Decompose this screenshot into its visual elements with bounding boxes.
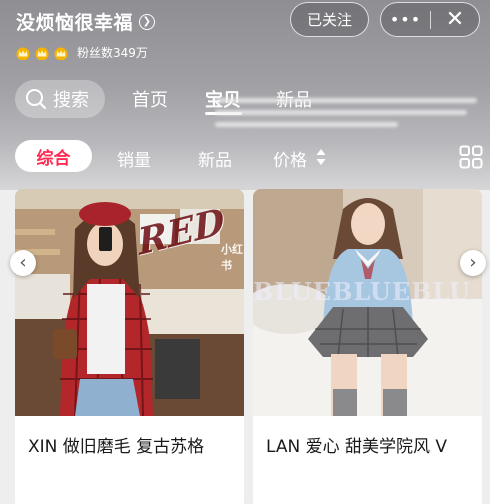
image-watermark-app: 小红书 (221, 243, 243, 272)
store-meta: 粉丝数349万 (15, 44, 148, 61)
sort-tab-price[interactable]: 价格 (273, 146, 307, 171)
sort-arrows-icon[interactable] (316, 148, 326, 166)
product-title: XIN 做旧磨毛 复古苏格 (28, 437, 205, 457)
search-label: 搜索 (53, 90, 89, 111)
blurred-store-notice (215, 98, 477, 134)
follower-count: 粉丝数349万 (77, 46, 148, 60)
grid-icon[interactable] (459, 145, 483, 169)
sort-tab-sales[interactable]: 销量 (117, 146, 151, 171)
mini-program-capsule: ••• ✕ (380, 2, 480, 37)
product-card[interactable]: BLUEBLUEBLU LAN 爱心 甜美学院风 V (253, 189, 482, 504)
close-icon[interactable]: ✕ (431, 3, 479, 36)
search-button[interactable]: 搜索 (15, 80, 105, 118)
chevron-right-circle-icon[interactable]: ❯ (139, 13, 156, 30)
search-icon (26, 89, 47, 110)
store-title[interactable]: 没烦恼很幸福 ❯ (16, 8, 156, 35)
product-title: LAN 爱心 甜美学院风 V (266, 437, 448, 457)
store-name: 没烦恼很幸福 (16, 12, 134, 34)
image-watermark-blue: BLUEBLUEBLU (253, 277, 471, 306)
sort-tab-new[interactable]: 新品 (198, 146, 232, 171)
product-card[interactable]: RED 小红书 XIN 做旧磨毛 复古苏格 (15, 189, 244, 504)
crown-icon (54, 47, 68, 60)
chevron-left-icon[interactable]: ‹ (10, 250, 36, 276)
chevron-right-icon[interactable]: › (460, 250, 486, 276)
more-icon[interactable]: ••• (381, 3, 430, 36)
followed-button[interactable]: 已关注 (290, 2, 369, 37)
tab-home[interactable]: 首页 (132, 86, 168, 112)
sort-tab-comprehensive[interactable]: 综合 (15, 140, 92, 172)
crown-icon (16, 47, 30, 60)
crown-icon (35, 47, 49, 60)
